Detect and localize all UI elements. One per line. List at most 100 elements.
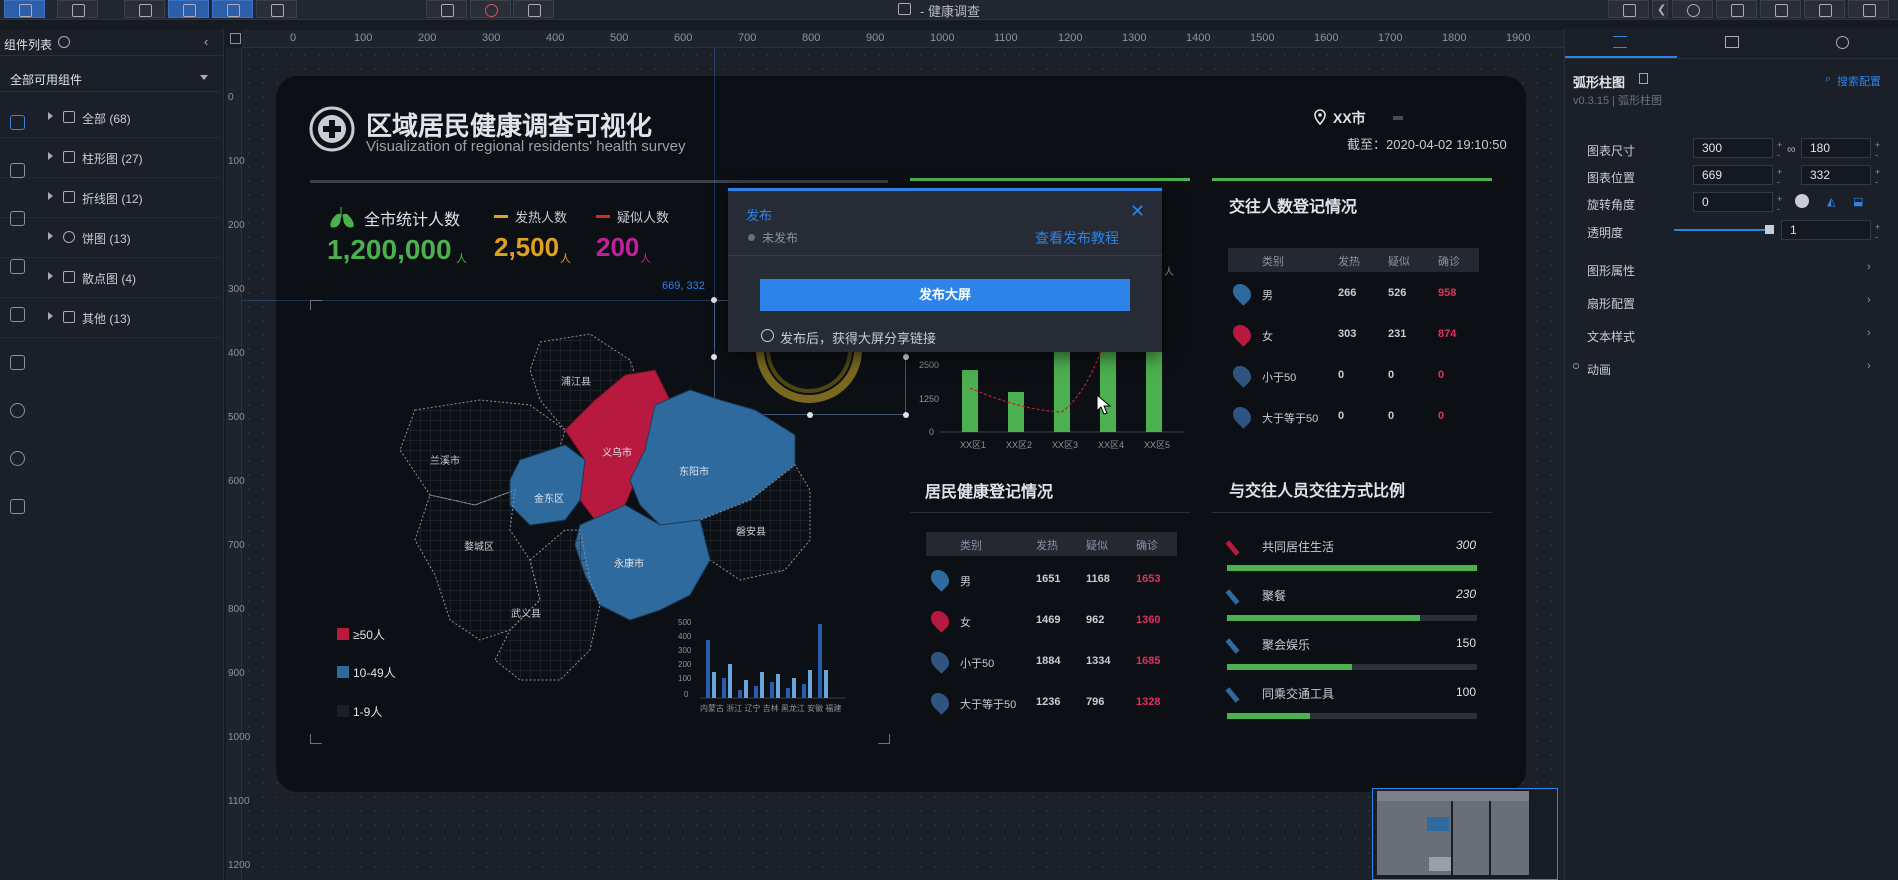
minimap-viewport[interactable] [1429, 857, 1451, 871]
canvas-minimap[interactable] [1372, 788, 1558, 880]
ratio-value: 100 [1456, 685, 1477, 699]
x-stepper[interactable]: + - [1777, 167, 1782, 187]
height-stepper[interactable]: + - [1875, 140, 1880, 160]
opacity-slider[interactable] [1674, 229, 1770, 231]
doc-icon[interactable] [1639, 73, 1648, 84]
flip-vertical-icon[interactable]: ⬓ [1853, 195, 1863, 208]
section-text[interactable]: 文本样式 › [1587, 324, 1877, 352]
refresh-icon[interactable] [58, 36, 70, 48]
component-panel-title: 组件列表 [4, 38, 53, 52]
width-input[interactable]: 300 [1693, 138, 1773, 158]
opacity-input[interactable]: 1 [1781, 220, 1871, 240]
col-header: 疑似 [1086, 540, 1108, 552]
filter-button[interactable] [426, 0, 467, 18]
resize-handle[interactable] [903, 354, 909, 360]
toolbox-button[interactable] [256, 0, 297, 18]
ratio-label: 聚会娱乐 [1262, 638, 1311, 652]
ratio-label: 同乘交通工具 [1262, 687, 1335, 701]
cell-fever: 1469 [1036, 614, 1061, 626]
table-row: 小于50 0 0 0 [1228, 362, 1479, 396]
brush-button[interactable] [513, 0, 554, 18]
cell-suspected: 526 [1388, 287, 1407, 299]
publish-screen-button[interactable]: 发布大屏 [760, 279, 1130, 311]
config-panel-button[interactable] [212, 0, 253, 18]
ruler-tick: 300 [228, 284, 245, 295]
category-label: 其他 (13) [82, 312, 131, 326]
x-input[interactable]: 669 [1693, 165, 1773, 185]
save-button[interactable] [1760, 0, 1801, 18]
section-shape[interactable]: 图形属性 › [1587, 258, 1877, 286]
layers-button[interactable] [124, 0, 165, 18]
component-version: v0.3.15 | 弧形柱图 [1573, 95, 1663, 107]
opacity-stepper[interactable]: + - [1875, 222, 1880, 242]
map-label-yongkang: 永康市 [614, 559, 644, 570]
coordinate-readout: 669, 332 [662, 280, 705, 292]
tab-interaction[interactable] [1788, 28, 1898, 58]
refresh-button[interactable] [470, 0, 511, 18]
rotation-dial-icon[interactable] [1795, 194, 1809, 208]
tab-data[interactable] [1677, 28, 1788, 58]
save-icon [1775, 4, 1788, 17]
col-header: 确诊 [1136, 540, 1158, 552]
link-icon[interactable]: ∞ [1787, 142, 1796, 156]
top-toolbar: - 健康调查 ❮ [0, 0, 1898, 20]
y-stepper[interactable]: + - [1875, 167, 1880, 187]
other-category-icon[interactable] [10, 451, 25, 466]
help-button[interactable] [1672, 0, 1713, 18]
height-input[interactable]: 180 [1801, 138, 1871, 158]
search-config-link[interactable]: 搜索配置 [1837, 73, 1881, 89]
publish-button[interactable] [1804, 0, 1845, 18]
legend-swatch-mid [337, 666, 349, 678]
cell-confirmed: 958 [1438, 287, 1457, 299]
col-header: 疑似 [1388, 256, 1410, 268]
chart-category-icon[interactable] [10, 115, 25, 130]
network-category-icon[interactable] [10, 307, 25, 322]
cell-suspected: 796 [1086, 696, 1105, 708]
map-category-icon[interactable] [10, 163, 25, 178]
stat-value-fever: 2,500 [494, 232, 560, 262]
minimap-selection [1427, 817, 1449, 831]
ruler-corner-icon[interactable] [230, 33, 241, 44]
download-button[interactable] [1716, 0, 1757, 18]
flip-horizontal-icon[interactable]: ◭ [1827, 195, 1835, 208]
category-label: 折线图 (12) [82, 192, 143, 206]
opacity-slider-handle[interactable] [1765, 225, 1774, 234]
material-category-icon[interactable] [10, 355, 25, 370]
ratio-label: 共同居住生活 [1262, 540, 1335, 554]
panel-corner [310, 300, 322, 310]
edit-mode-button[interactable] [4, 0, 45, 18]
text-category-icon[interactable] [10, 259, 25, 274]
preview-mode-button[interactable] [57, 0, 98, 18]
favorites-category-icon[interactable] [10, 499, 25, 514]
component-filter-select[interactable]: 全部可用组件 [0, 64, 220, 92]
chevron-down-icon [200, 75, 208, 80]
rotation-stepper[interactable]: + - [1777, 194, 1782, 214]
y-input[interactable]: 332 [1801, 165, 1871, 185]
grid-icon [63, 111, 75, 123]
width-stepper[interactable]: + - [1777, 140, 1782, 160]
components-button[interactable] [168, 0, 209, 18]
eye-icon[interactable] [1573, 363, 1579, 369]
screenshot-button[interactable] [1608, 0, 1649, 18]
dashboard-subtitle: Visualization of regional residents' hea… [366, 138, 686, 155]
resize-handle[interactable] [711, 297, 717, 303]
tab-config[interactable] [1565, 28, 1677, 58]
section-animation[interactable]: 动画 › [1573, 357, 1877, 385]
status-dot-icon [748, 234, 755, 241]
section-sector[interactable]: 扇形配置 › [1587, 291, 1877, 319]
rotation-input[interactable]: 0 [1693, 192, 1773, 212]
filter-icon [441, 4, 454, 17]
screen-icon [72, 4, 85, 17]
preview-button[interactable] [1848, 0, 1889, 18]
resize-handle[interactable] [903, 412, 909, 418]
close-icon[interactable]: ✕ [1130, 201, 1145, 222]
collapse-button[interactable]: ❮ [1652, 0, 1668, 18]
interaction-category-icon[interactable] [10, 403, 25, 418]
contact-ratio-title: 与交往人员交往方式比例 [1229, 483, 1406, 500]
publish-tutorial-link[interactable]: 查看发布教程 [1035, 228, 1119, 248]
male-icon [1229, 280, 1255, 306]
stat-label-fever: 发热人数 [515, 210, 568, 225]
media-category-icon[interactable] [10, 211, 25, 226]
collapse-panel-icon[interactable]: ‹ [204, 34, 208, 49]
cell-suspected: 0 [1388, 369, 1395, 381]
